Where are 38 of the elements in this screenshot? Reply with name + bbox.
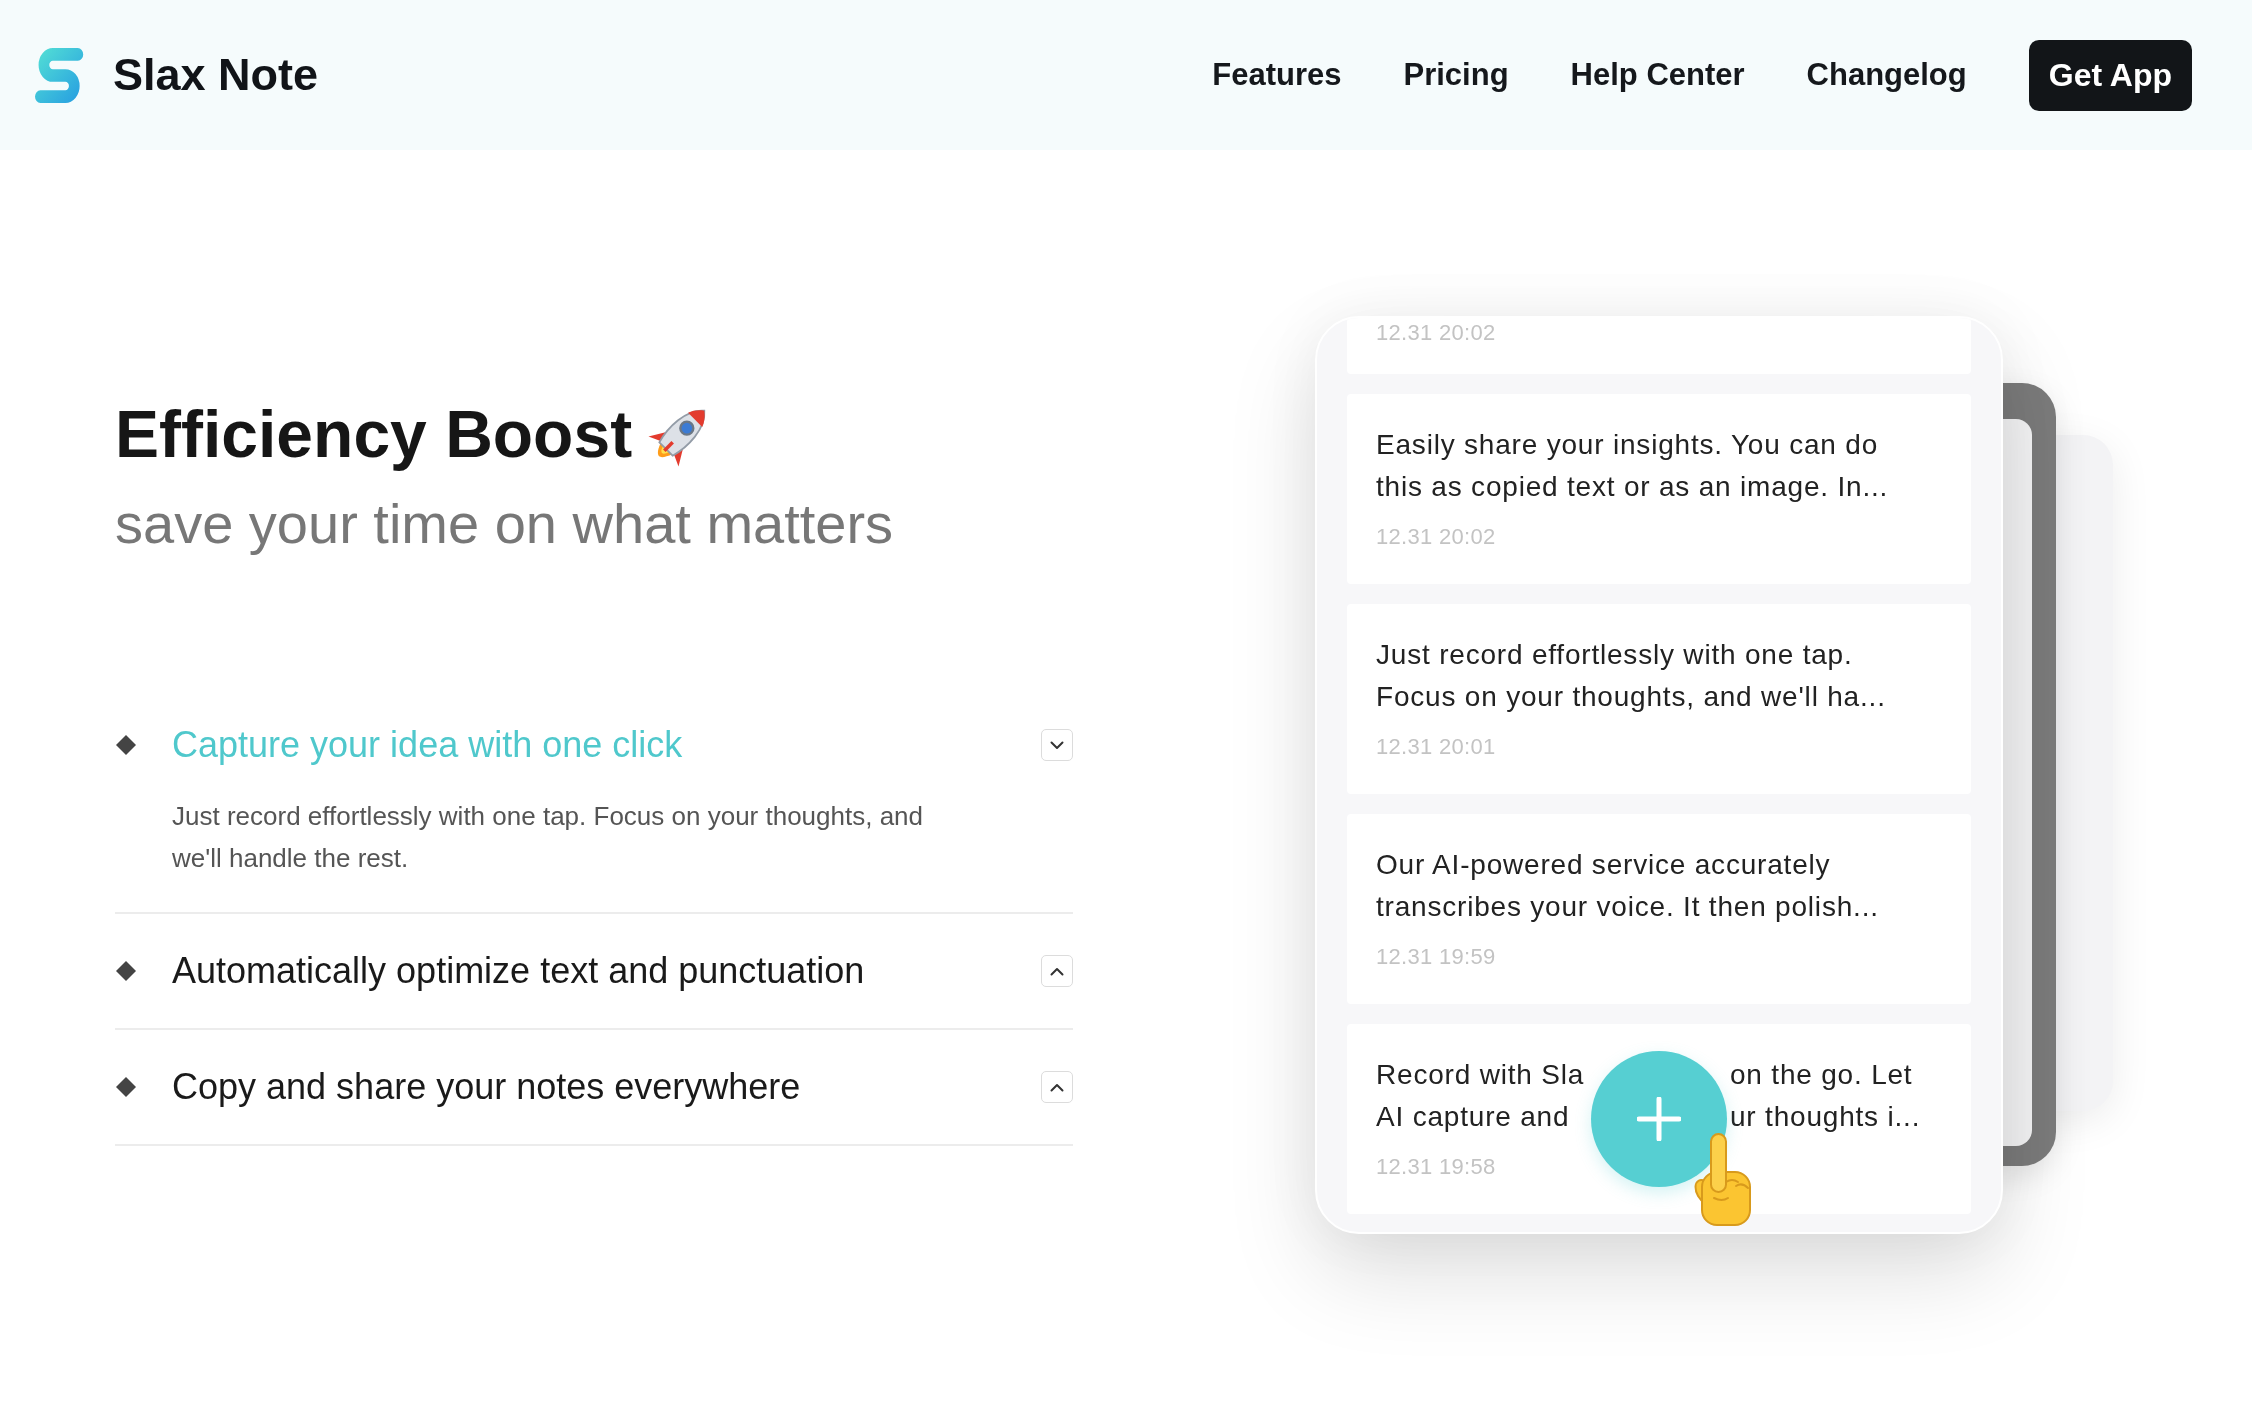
note-text: Just record effortlessly with one tap. Focus on your thoughts, and we'll ha... — [1376, 638, 1887, 714]
feature-description: Just record effortlessly with one tap. Focus on your thoughts, and we'll handle the rest. — [172, 800, 925, 875]
note-card[interactable]: Our AI-powered service accurately transcribes your voice. It then polish... 12.31 19:59 — [1347, 814, 1971, 1004]
brand-name[interactable]: Slax Note — [113, 49, 319, 101]
toggle-button[interactable] — [1041, 729, 1073, 761]
chevron-up-icon — [1050, 966, 1064, 976]
toggle-button[interactable] — [1041, 955, 1073, 987]
note-text: AI capture and — [1376, 1100, 1570, 1134]
diamond-icon — [115, 960, 137, 982]
feature-title[interactable]: Automatically optimize text and punctuation — [172, 952, 865, 990]
note-time: 12.31 20:01 — [1376, 733, 1497, 761]
note-text: Record with Sla — [1376, 1058, 1585, 1092]
nav-link[interactable]: Changelog — [1806, 57, 1967, 93]
note-text: ur thoughts i... — [1730, 1100, 1921, 1134]
note-text: on the go. Let — [1730, 1058, 1913, 1092]
chevron-down-icon — [1050, 740, 1064, 750]
nav-link[interactable]: Help Center — [1570, 57, 1745, 93]
pointing-hand-icon — [1692, 1132, 1754, 1227]
note-text: Easily share your insights. You can do this as copied text or as an image. In... — [1376, 428, 1890, 504]
nav-link[interactable]: Features — [1212, 57, 1342, 93]
note-time: 12.31 19:58 — [1376, 1153, 1497, 1181]
nav-link[interactable]: Pricing — [1403, 57, 1509, 93]
chevron-up-icon — [1050, 1082, 1064, 1092]
note-time: 12.31 20:02 — [1376, 523, 1497, 551]
note-card[interactable]: Easily share your insights. You can do this as copied text or as an image. In... 12.31 20:02 — [1347, 394, 1971, 584]
diamond-icon — [115, 734, 137, 756]
toggle-button[interactable] — [1041, 1071, 1073, 1103]
note-text: Our AI-powered service accurately transcribes your voice. It then polish... — [1376, 848, 1880, 924]
feature-title[interactable]: Copy and share your notes everywhere — [172, 1068, 801, 1106]
page-subtitle: save your time on what matters — [115, 491, 895, 557]
diamond-icon — [115, 1076, 137, 1098]
logo-icon — [35, 46, 85, 104]
get-app-button[interactable]: Get App — [2028, 39, 2192, 111]
page-title: Efficiency Boost — [115, 396, 633, 473]
plus-icon — [1637, 1097, 1681, 1141]
note-time: 12.31 19:59 — [1376, 943, 1497, 971]
note-time: 12.31 20:02 — [1376, 319, 1497, 347]
note-card[interactable]: Just record effortlessly with one tap. Focus on your thoughts, and we'll ha... 12.31 20:01 — [1347, 604, 1971, 794]
